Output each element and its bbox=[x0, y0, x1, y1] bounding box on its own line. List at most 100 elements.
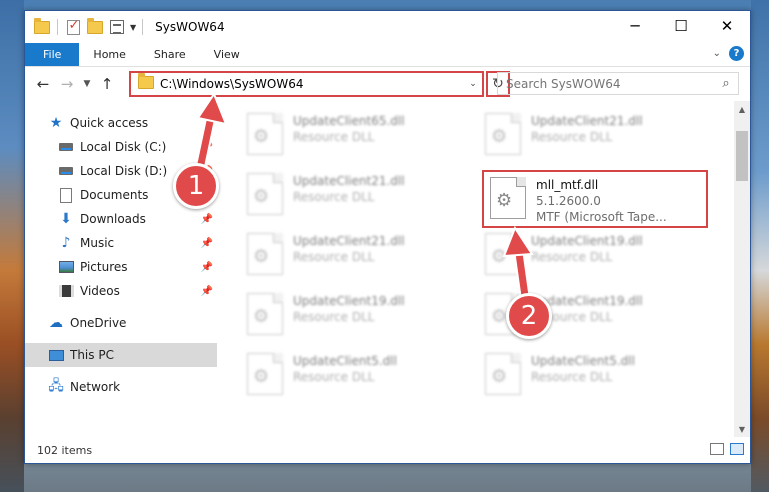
music-icon: ♪ bbox=[61, 235, 71, 251]
help-icon[interactable]: ? bbox=[729, 46, 744, 61]
pin-icon: 📌 bbox=[200, 237, 213, 249]
ribbon-tabs: File Home Share View ⌄ ? bbox=[25, 43, 750, 67]
list-item-mll-mtf[interactable]: mll_mtf.dll 5.1.2600.0 MTF (Microsoft Ta… bbox=[490, 177, 667, 225]
explorer-window: ▼ SysWOW64 ─ ☐ ✕ File Home Share View ⌄ … bbox=[24, 10, 751, 464]
scroll-up-icon[interactable]: ▲ bbox=[734, 101, 750, 117]
properties-check-icon[interactable] bbox=[64, 18, 82, 36]
dll-file-icon bbox=[485, 233, 521, 275]
search-box[interactable]: ⌕ bbox=[497, 72, 739, 95]
file-type: Resource DLL bbox=[293, 310, 375, 324]
quick-access-toolbar: ▼ bbox=[25, 17, 145, 36]
sidebar-item-label: Local Disk (D:) bbox=[80, 164, 168, 178]
close-button[interactable]: ✕ bbox=[704, 11, 750, 41]
title-bar: ▼ SysWOW64 ─ ☐ ✕ bbox=[25, 11, 750, 43]
properties-icon[interactable] bbox=[108, 18, 126, 36]
details-view-icon[interactable] bbox=[710, 443, 724, 455]
file-type: Resource DLL bbox=[293, 370, 375, 384]
main-area: ★ Quick access Local Disk (C:) 📌 Local D… bbox=[25, 101, 750, 437]
pin-icon: 📌 bbox=[200, 141, 213, 153]
file-name: UpdateClient5.dll bbox=[531, 354, 635, 368]
tiles-view-icon[interactable] bbox=[730, 443, 744, 455]
file-name: UpdateClient19.dll bbox=[531, 234, 643, 248]
list-item[interactable]: UpdateClient21.dll Resource DLL bbox=[247, 233, 405, 275]
sidebar-item-label: Downloads bbox=[80, 212, 146, 226]
dll-file-icon bbox=[490, 177, 526, 219]
callout-step-2: 2 bbox=[506, 293, 552, 339]
address-path[interactable]: C:\Windows\SysWOW64 bbox=[160, 77, 464, 91]
selected-file-highlight[interactable]: mll_mtf.dll 5.1.2600.0 MTF (Microsoft Ta… bbox=[482, 170, 708, 228]
tab-share[interactable]: Share bbox=[140, 43, 200, 66]
sidebar-item-label: Network bbox=[70, 380, 121, 394]
window-controls: ─ ☐ ✕ bbox=[612, 11, 750, 41]
address-dropdown-icon[interactable]: ⌄ bbox=[464, 79, 482, 89]
list-item[interactable]: UpdateClient19.dll Resource DLL bbox=[485, 233, 643, 275]
dll-file-icon bbox=[247, 293, 283, 335]
qat-customize-icon[interactable]: ▼ bbox=[130, 23, 136, 32]
pin-icon: 📌 bbox=[200, 213, 213, 225]
minimize-button[interactable]: ─ bbox=[612, 11, 658, 41]
tab-view[interactable]: View bbox=[200, 43, 254, 66]
sidebar-item-label: Documents bbox=[80, 188, 149, 202]
tab-home[interactable]: Home bbox=[79, 43, 139, 66]
search-input[interactable] bbox=[506, 76, 714, 91]
back-arrow-icon[interactable]: ← bbox=[31, 75, 55, 93]
list-item[interactable]: UpdateClient5.dll Resource DLL bbox=[247, 353, 397, 395]
address-bar[interactable]: C:\Windows\SysWOW64 ⌄ bbox=[129, 71, 484, 97]
forward-arrow-icon[interactable]: → bbox=[55, 75, 79, 93]
address-row: ← → ▼ ↑ C:\Windows\SysWOW64 ⌄ ↻ ⌕ bbox=[25, 67, 750, 101]
sidebar-item-onedrive[interactable]: ☁ OneDrive bbox=[25, 311, 217, 335]
sidebar-item-pictures[interactable]: Pictures 📌 bbox=[25, 255, 217, 279]
list-item[interactable]: UpdateClient21.dll Resource DLL bbox=[485, 113, 643, 155]
ribbon-right: ⌄ ? bbox=[713, 46, 744, 61]
sidebar-item-label: Music bbox=[80, 236, 115, 250]
folder-icon bbox=[33, 17, 51, 36]
desktop-wallpaper-left bbox=[0, 0, 24, 492]
cloud-icon: ☁ bbox=[49, 315, 63, 331]
videos-icon bbox=[57, 283, 75, 299]
list-item[interactable]: UpdateClient5.dll Resource DLL bbox=[485, 353, 635, 395]
file-list: UpdateClient65.dll Resource DLL UpdateCli… bbox=[217, 101, 750, 437]
sidebar-item-label: Pictures bbox=[80, 260, 128, 274]
sidebar-item-local-disk-c[interactable]: Local Disk (C:) 📌 bbox=[25, 135, 217, 159]
folder-icon bbox=[138, 73, 154, 92]
file-name: UpdateClient21.dll bbox=[531, 114, 643, 128]
scroll-down-icon[interactable]: ▼ bbox=[734, 421, 750, 437]
pin-icon: 📌 bbox=[200, 261, 213, 273]
file-name: UpdateClient21.dll bbox=[293, 234, 405, 248]
up-arrow-icon[interactable]: ↑ bbox=[95, 75, 119, 93]
sidebar-item-this-pc[interactable]: This PC bbox=[25, 343, 217, 367]
recent-locations-icon[interactable]: ▼ bbox=[79, 79, 95, 89]
computer-icon bbox=[47, 347, 65, 363]
toolbar-separator bbox=[142, 19, 144, 35]
expand-ribbon-icon[interactable]: ⌄ bbox=[713, 48, 721, 59]
file-name: UpdateClient65.dll bbox=[293, 114, 405, 128]
vertical-scrollbar[interactable]: ▲ ▼ bbox=[734, 101, 750, 437]
view-switcher bbox=[710, 443, 744, 455]
list-item[interactable]: UpdateClient19.dll Resource DLL bbox=[247, 293, 405, 335]
list-item[interactable]: UpdateClient21.dll Resource DLL bbox=[247, 173, 405, 215]
sidebar-item-videos[interactable]: Videos 📌 bbox=[25, 279, 217, 303]
sidebar-item-quick-access[interactable]: ★ Quick access bbox=[25, 111, 217, 135]
pin-icon: 📌 bbox=[200, 285, 213, 297]
drive-icon bbox=[57, 163, 75, 179]
file-type: Resource DLL bbox=[531, 370, 613, 384]
dll-file-icon bbox=[485, 113, 521, 155]
list-item[interactable]: UpdateClient65.dll Resource DLL bbox=[247, 113, 405, 155]
maximize-button[interactable]: ☐ bbox=[658, 11, 704, 41]
search-icon[interactable]: ⌕ bbox=[714, 76, 738, 91]
new-folder-icon[interactable] bbox=[86, 17, 104, 36]
drive-icon bbox=[57, 139, 75, 155]
desktop-wallpaper-right bbox=[751, 0, 769, 492]
window-title: SysWOW64 bbox=[155, 20, 225, 34]
scroll-thumb[interactable] bbox=[736, 131, 748, 181]
sidebar-item-music[interactable]: ♪ Music 📌 bbox=[25, 231, 217, 255]
tab-file[interactable]: File bbox=[25, 43, 80, 66]
sidebar-item-label: Videos bbox=[80, 284, 120, 298]
file-name: UpdateClient19.dll bbox=[293, 294, 405, 308]
sidebar-item-downloads[interactable]: ⬇ Downloads 📌 bbox=[25, 207, 217, 231]
status-bar: 102 items bbox=[25, 437, 750, 463]
sidebar-item-label: Local Disk (C:) bbox=[80, 140, 167, 154]
sidebar-item-network[interactable]: 🖧 Network bbox=[25, 375, 217, 399]
network-icon: 🖧 bbox=[48, 378, 64, 394]
sidebar-item-label: OneDrive bbox=[70, 316, 127, 330]
